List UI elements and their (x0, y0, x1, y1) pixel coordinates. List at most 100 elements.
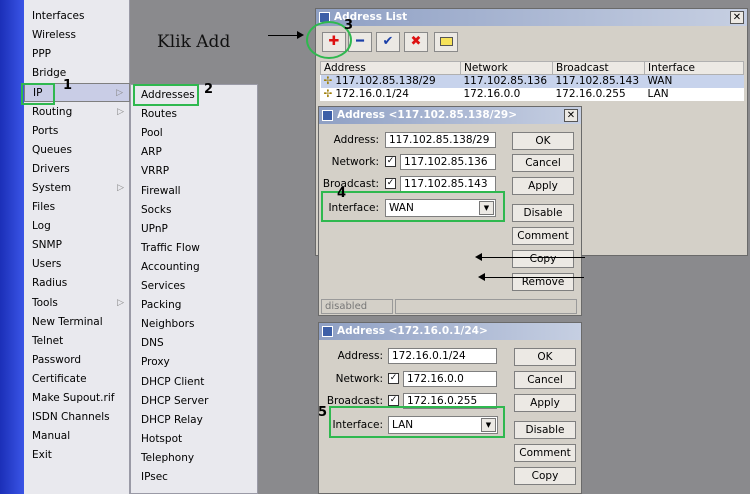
copy-button[interactable]: Copy (514, 467, 576, 485)
menu-item-certificate[interactable]: Certificate (24, 370, 130, 389)
menu-item-label: Files (32, 201, 56, 213)
menu-item-label: Certificate (32, 372, 87, 385)
arrow-line (484, 277, 584, 278)
menu-item-queues[interactable]: Queues (24, 141, 130, 160)
submenu-item-dhcp-server[interactable]: DHCP Server (131, 392, 257, 411)
disable-button[interactable]: ✖ (404, 32, 428, 52)
network-field[interactable]: 172.16.0.0 (403, 371, 497, 387)
broadcast-checkbox[interactable]: ✓ (388, 395, 399, 406)
menu-item-label: Make Supout.rif (32, 392, 115, 404)
menu-item-users[interactable]: Users (24, 255, 130, 274)
cancel-button[interactable]: Cancel (512, 154, 574, 172)
step-5-label: 5 (318, 405, 328, 420)
comment-button[interactable]: Comment (512, 227, 574, 245)
comment-button[interactable]: Comment (514, 444, 576, 462)
submenu-item-ipsec[interactable]: IPsec (131, 468, 257, 487)
table-row[interactable]: ✢ 172.16.0.1/24 172.16.0.0 172.16.0.255 LAN (321, 88, 744, 101)
broadcast-checkbox[interactable]: ✓ (385, 178, 396, 189)
remove-button[interactable]: Remove (512, 273, 574, 291)
dialog1-titlebar[interactable]: Address <117.102.85.138/29> ✕ (319, 107, 581, 124)
comment-button[interactable] (434, 32, 458, 52)
network-checkbox[interactable]: ✓ (388, 373, 399, 384)
menu-item-drivers[interactable]: Drivers (24, 160, 130, 179)
submenu-item-dhcp-client[interactable]: DHCP Client (131, 373, 257, 392)
address-label: Address: (333, 134, 379, 146)
col-broadcast[interactable]: Broadcast (552, 61, 645, 75)
submenu-item-neighbors[interactable]: Neighbors (131, 315, 257, 334)
submenu-item-dns[interactable]: DNS (131, 334, 257, 353)
menu-item-tools[interactable]: Tools ▷ (24, 294, 130, 313)
address-field[interactable]: 172.16.0.1/24 (388, 348, 497, 364)
menu-item-password[interactable]: Password (24, 351, 130, 370)
submenu-item-pool[interactable]: Pool (131, 124, 257, 143)
col-network[interactable]: Network (460, 61, 553, 75)
menu-item-ppp[interactable]: PPP (24, 45, 130, 64)
menu-item-routing[interactable]: Routing ▷ (24, 103, 130, 122)
menu-item-make-supout-rif[interactable]: Make Supout.rif (24, 389, 130, 408)
disable-button[interactable]: Disable (512, 204, 574, 222)
submenu-item-socks[interactable]: Socks (131, 201, 257, 220)
broadcast-field[interactable]: 117.102.85.143 (400, 176, 496, 192)
submenu-item-dhcp-relay[interactable]: DHCP Relay (131, 411, 257, 430)
submenu-item-hotspot[interactable]: Hotspot (131, 430, 257, 449)
submenu-item-arp[interactable]: ARP (131, 143, 257, 162)
ok-button[interactable]: OK (514, 348, 576, 366)
col-interface[interactable]: Interface (644, 61, 744, 75)
menu-item-telnet[interactable]: Telnet (24, 332, 130, 351)
menu-item-log[interactable]: Log (24, 217, 130, 236)
menu-item-interfaces[interactable]: Interfaces (24, 7, 130, 26)
cell-interface: LAN (645, 88, 744, 101)
disable-button[interactable]: Disable (514, 421, 576, 439)
network-field[interactable]: 117.102.85.136 (400, 154, 496, 170)
cancel-button[interactable]: Cancel (514, 371, 576, 389)
cell-broadcast: 117.102.85.143 (552, 74, 645, 88)
submenu-item-vrrp[interactable]: VRRP (131, 162, 257, 181)
submenu-item-telephony[interactable]: Telephony (131, 449, 257, 468)
submenu-item-services[interactable]: Services (131, 277, 257, 296)
apply-button[interactable]: Apply (514, 394, 576, 412)
menu-item-isdn-channels[interactable]: ISDN Channels (24, 408, 130, 427)
address-field[interactable]: 117.102.85.138/29 (385, 132, 496, 148)
submenu-item-accounting[interactable]: Accounting (131, 258, 257, 277)
address-list-titlebar[interactable]: Address List ✕ (316, 9, 747, 26)
menu-item-wireless[interactable]: Wireless (24, 26, 130, 45)
ok-button[interactable]: OK (512, 132, 574, 150)
chevron-right-icon: ▷ (117, 182, 124, 193)
close-button[interactable]: ✕ (564, 109, 578, 122)
menu-item-ports[interactable]: Ports (24, 122, 130, 141)
submenu-item-firewall[interactable]: Firewall (131, 182, 257, 201)
submenu-item-packing[interactable]: Packing (131, 296, 257, 315)
copy-button[interactable]: Copy (512, 250, 574, 268)
menu-item-snmp[interactable]: SNMP (24, 236, 130, 255)
dialog2-titlebar[interactable]: Address <172.16.0.1/24> (319, 323, 581, 340)
menu-item-radius[interactable]: Radius (24, 274, 130, 293)
col-address[interactable]: Address (320, 61, 461, 75)
menu-item-label: Log (32, 220, 51, 233)
menu-item-new-terminal[interactable]: New Terminal (24, 313, 130, 332)
window-icon (322, 326, 333, 337)
submenu-item-traffic-flow[interactable]: Traffic Flow (131, 239, 257, 258)
address-row-icon: ✢ (323, 88, 333, 100)
arrow-left-icon (478, 273, 485, 281)
enable-button[interactable]: ✔ (376, 32, 400, 52)
close-button[interactable]: ✕ (730, 11, 744, 24)
menu-item-label: System (32, 181, 72, 194)
highlight-interface-lan (329, 406, 505, 438)
arrow-left-icon (475, 253, 482, 261)
network-checkbox[interactable]: ✓ (385, 156, 396, 167)
submenu-item-routes[interactable]: Routes (131, 105, 257, 124)
arrow-line (481, 257, 585, 258)
submenu-item-upnp[interactable]: UPnP (131, 220, 257, 239)
menu-item-system[interactable]: System ▷ (24, 179, 130, 198)
menu-item-files[interactable]: Files (24, 198, 130, 217)
dialog1-title: Address <117.102.85.138/29> (337, 109, 517, 121)
apply-button[interactable]: Apply (512, 177, 574, 195)
menu-item-label: Users (32, 258, 62, 271)
arrow-line (268, 35, 298, 36)
menu-item-manual[interactable]: Manual (24, 427, 130, 446)
table-row[interactable]: ✢ 117.102.85.138/29 117.102.85.136 117.102.… (320, 74, 744, 88)
menu-item-label: Ports (32, 124, 59, 137)
submenu-item-proxy[interactable]: Proxy (131, 353, 257, 372)
menu-item-bridge[interactable]: Bridge (24, 64, 130, 83)
menu-item-exit[interactable]: Exit (24, 446, 130, 465)
